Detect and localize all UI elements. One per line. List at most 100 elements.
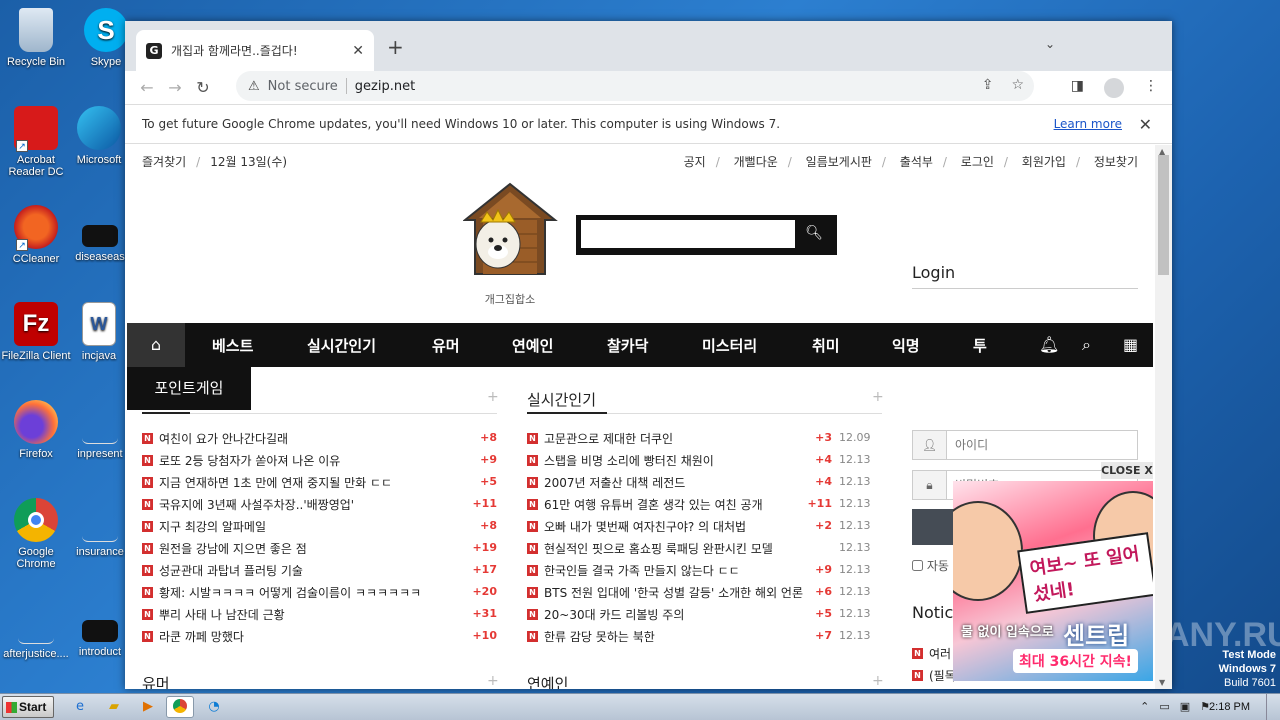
signup-link[interactable]: 회원가입	[1022, 155, 1066, 169]
show-desktop-button[interactable]	[1266, 694, 1280, 720]
point-game-tab[interactable]: 포인트게임	[127, 367, 251, 410]
back-arrow-icon[interactable]: ←	[133, 78, 161, 97]
home-icon[interactable]: ⌂	[127, 323, 185, 367]
find-account-link[interactable]: 정보찾기	[1094, 155, 1138, 169]
ad-banner[interactable]: 여보~ 또 일어섰네! 센트립 물 없이 입속으로 최대 36시간 지속!	[953, 481, 1153, 681]
nav-celebrity[interactable]: 연예인	[512, 335, 553, 356]
list-item[interactable]: N 여친이 요가 안나간다길래	[142, 427, 288, 449]
bookmark-star-icon[interactable]: ☆	[1011, 77, 1024, 93]
desktop-icon-incjava[interactable]: W incjava	[72, 302, 126, 362]
list-item[interactable]: N 한국인들 결국 가족 만들지 않는다 ㄷㄷ	[527, 559, 740, 581]
download-link[interactable]: 개뻘다운	[734, 155, 778, 169]
auto-login-checkbox[interactable]	[912, 560, 923, 571]
desktop-icon-afterjustice[interactable]: afterjustice....	[0, 600, 72, 660]
nav-anonymous[interactable]: 익명	[892, 335, 920, 356]
new-tab-button[interactable]: +	[387, 35, 404, 59]
more-plus-icon[interactable]: +	[872, 673, 884, 689]
address-bar[interactable]: ⚠ Not secure gezip.net ⇪ ☆	[236, 71, 1034, 101]
nav-best[interactable]: 베스트	[212, 335, 253, 356]
tray-expand-icon[interactable]: ⌃	[1140, 700, 1149, 713]
desktop-icon-acrobat[interactable]: ↗ Acrobat Reader DC	[0, 106, 72, 178]
learn-more-link[interactable]: Learn more	[1054, 117, 1122, 131]
desktop-icon-diseaseas[interactable]: diseaseas	[72, 205, 128, 263]
profile-avatar-icon[interactable]	[1104, 78, 1124, 98]
browser-tab[interactable]: G 개집과 함께라면..즐겁다! ✕	[136, 30, 374, 71]
grid-menu-icon[interactable]: ▦	[1123, 335, 1138, 354]
list-item[interactable]: N 2007년 저출산 대책 레전드	[527, 471, 685, 493]
tab-search-chevron-icon[interactable]: ⌄	[1045, 37, 1055, 51]
desktop-icon-edge[interactable]: Microsoft	[72, 106, 126, 166]
list-item[interactable]: N 로또 2등 당첨자가 쏟아져 나온 이유	[142, 449, 340, 471]
site-search-input[interactable]	[581, 220, 795, 248]
nav-realtime[interactable]: 실시간인기	[307, 335, 376, 356]
desktop-icon-firefox[interactable]: Firefox	[0, 400, 72, 460]
more-plus-icon[interactable]: +	[487, 389, 499, 405]
nav-hobby[interactable]: 취미	[812, 335, 840, 356]
scroll-down-icon[interactable]: ▼	[1159, 678, 1165, 687]
edge-taskbar-icon[interactable]: ◔	[200, 696, 228, 718]
list-item[interactable]: N 61만 여행 유튜버 결혼 생각 있는 여친 공개	[527, 493, 763, 515]
list-item[interactable]: N 20~30대 카드 리볼빙 주의	[527, 603, 684, 625]
tab-close-icon[interactable]: ✕	[352, 43, 364, 59]
list-item[interactable]: N 성균관대 과탑녀 플러팅 기술	[142, 559, 303, 581]
search-icon[interactable]: 🔍︎	[805, 225, 823, 241]
list-item[interactable]: N 지금 연재하면 1초 만에 연재 중지될 만화 ㄷㄷ	[142, 471, 392, 493]
notice-item[interactable]: N (필독	[912, 664, 956, 686]
nav-humor[interactable]: 유머	[432, 335, 460, 356]
list-item[interactable]: N BTS 전원 입대에 '한국 성별 갈등' 소개한 해외 언론	[527, 581, 803, 603]
media-player-icon[interactable]: ▶	[134, 696, 162, 718]
desktop-icon-filezilla[interactable]: Fz FileZilla Client	[0, 302, 72, 362]
list-item[interactable]: N 현실적인 핏으로 홈쇼핑 룩패딩 완판시킨 모델	[527, 537, 773, 559]
desktop-icon-recycle-bin[interactable]: Recycle Bin	[0, 8, 72, 68]
login-id-input[interactable]	[947, 438, 1127, 452]
chrome-taskbar-icon[interactable]	[166, 696, 194, 718]
start-button[interactable]: Start	[2, 696, 54, 718]
ie-icon[interactable]: e	[66, 696, 94, 718]
share-icon[interactable]: ⇪	[982, 77, 994, 93]
more-plus-icon[interactable]: +	[487, 673, 499, 689]
infobar-message: To get future Google Chrome updates, you…	[142, 117, 781, 131]
site-logo[interactable]	[462, 182, 558, 277]
reload-icon[interactable]: ↻	[189, 78, 217, 97]
forward-arrow-icon[interactable]: →	[161, 78, 189, 97]
side-panel-icon[interactable]: ◨	[1071, 78, 1084, 98]
desktop-icon-inpresent[interactable]: inpresent	[72, 400, 128, 460]
tray-network-icon[interactable]: ▭	[1159, 700, 1169, 713]
list-item[interactable]: N 지구 최강의 알파메일	[142, 515, 266, 537]
list-item[interactable]: N 원전을 강남에 지으면 좋은 점	[142, 537, 307, 559]
favorites-link[interactable]: 즐겨찾기	[142, 155, 186, 169]
desktop-icon-introduct[interactable]: introduct	[72, 600, 128, 658]
menu-kebab-icon[interactable]: ⋮	[1144, 78, 1158, 98]
list-item[interactable]: N 한류 감당 못하는 북한	[527, 625, 655, 647]
list-item[interactable]: N 고문관으로 제대한 더쿠인	[527, 427, 673, 449]
ad-subtext: 물 없이 입속으로	[961, 625, 1054, 640]
attendance-link[interactable]: 출석부	[900, 155, 933, 169]
desktop-icon-ccleaner[interactable]: ↗ CCleaner	[0, 205, 72, 265]
list-item[interactable]: N 라쿤 까페 망했다	[142, 625, 244, 647]
list-item[interactable]: N 뿌리 사태 나 남잔데 근황	[142, 603, 285, 625]
nav-mystery[interactable]: 미스터리	[702, 335, 757, 356]
list-item[interactable]: N 스탭을 비명 소리에 빵터진 채원이	[527, 449, 714, 471]
clock[interactable]: 2:18 PM	[1209, 701, 1250, 713]
search-icon[interactable]: ⌕	[1082, 335, 1091, 355]
scrollbar-thumb[interactable]	[1158, 155, 1169, 275]
auto-login-label: 자동	[926, 559, 949, 573]
report-board-link[interactable]: 일름보게시판	[806, 155, 872, 169]
tray-monitor-icon[interactable]: ▣	[1180, 700, 1190, 713]
desktop-icon-chrome[interactable]: Google Chrome	[0, 498, 72, 570]
infobar-close-icon[interactable]: ✕	[1139, 115, 1152, 134]
login-link[interactable]: 로그인	[961, 155, 994, 169]
explorer-folder-icon[interactable]: ▰	[100, 696, 128, 718]
notice-link[interactable]: 공지	[684, 155, 706, 169]
desktop-icon-insurance[interactable]: insurance	[72, 498, 128, 558]
page-scrollbar[interactable]: ▲ ▼	[1155, 145, 1172, 689]
ad-close-button[interactable]: CLOSE X	[1101, 462, 1153, 479]
notice-item[interactable]: N 여러	[912, 642, 951, 664]
list-item[interactable]: N 오빠 내가 몇번째 여자친구야? 의 대처법	[527, 515, 746, 537]
nav-photo[interactable]: 찰카닥	[607, 335, 648, 356]
bell-icon[interactable]: 🔔︎	[1039, 335, 1059, 354]
more-plus-icon[interactable]: +	[872, 389, 884, 405]
list-item[interactable]: N 국유지에 3년째 사설주차장..'배짱영업'	[142, 493, 354, 515]
list-item[interactable]: N 황제: 시발ㅋㅋㅋㅋ 어떻게 검술이름이 ㅋㅋㅋㅋㅋㅋ	[142, 581, 421, 603]
nav-more[interactable]: 투	[973, 335, 987, 356]
